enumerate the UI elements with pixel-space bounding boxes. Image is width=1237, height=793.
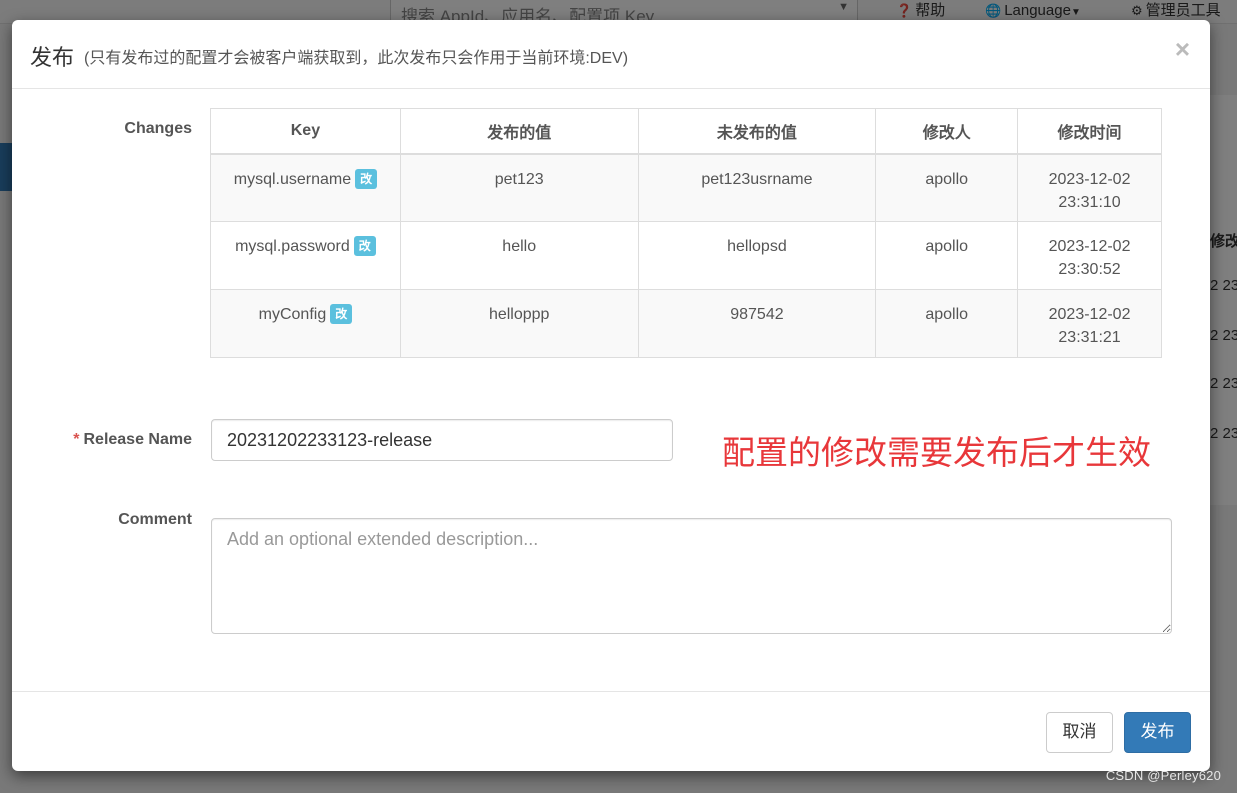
cell-released: hello [399,221,639,290]
cell-released: helloppp [399,289,639,358]
table-row: mysql.password 改 hello hellopsd apollo 20… [210,221,1162,290]
modal-subtitle: (只有发布过的配置才会被客户端获取到，此次发布只会作用于当前环境:DEV) [84,50,629,67]
comment-label: Comment [118,511,192,528]
cell-key: mysql.password 改 [210,221,401,290]
cell-time: 2023-12-02 23:30:52 [1017,221,1162,290]
close-button[interactable]: × [1175,36,1190,62]
cell-time: 2023-12-02 23:31:21 [1017,289,1162,358]
cell-unreleased: hellopsd [637,221,877,290]
modified-badge: 改 [353,236,376,256]
table-row: myConfig 改 helloppp 987542 apollo 2023-12… [210,289,1162,358]
column-header-modifier: 修改人 [875,108,1019,155]
modal-title: 发布 (只有发布过的配置才会被客户端获取到，此次发布只会作用于当前环境:DEV) [30,40,628,72]
cell-modifier: apollo [875,221,1019,290]
modified-badge: 改 [355,168,378,189]
modal-footer: 取消 发布 [12,691,1210,771]
cancel-button[interactable]: 取消 [1046,712,1113,753]
modified-badge: 改 [330,304,353,324]
release-button[interactable]: 发布 [1124,712,1191,753]
key-text: myConfig [258,306,327,323]
cell-key: myConfig 改 [210,289,401,358]
release-modal: 发布 (只有发布过的配置才会被客户端获取到，此次发布只会作用于当前环境:DEV) … [12,20,1210,771]
required-marker: * [73,431,80,448]
column-header-key: Key [210,108,401,155]
column-header-unreleased: 未发布的值 [637,108,877,155]
release-name-label-text: Release Name [83,431,192,448]
changes-table: Key 发布的值 未发布的值 修改人 修改时间 mysql.username 改 … [210,108,1162,358]
cell-key: mysql.username 改 [210,153,401,222]
table-header-row: Key 发布的值 未发布的值 修改人 修改时间 [210,108,1162,155]
modal-header: 发布 (只有发布过的配置才会被客户端获取到，此次发布只会作用于当前环境:DEV) … [12,20,1210,89]
key-text: mysql.username [233,170,352,188]
key-text: mysql.password [235,238,350,255]
comment-textarea[interactable] [211,518,1172,634]
cell-unreleased: 987542 [637,289,877,358]
cell-modifier: apollo [875,153,1019,222]
annotation-text: 配置的修改需要发布后才生效 [722,433,1151,472]
cell-time: 2023-12-02 23:31:10 [1017,153,1162,222]
watermark: CSDN @Perley620 [1105,768,1221,783]
cell-unreleased: pet123usrname [637,153,877,222]
cell-modifier: apollo [875,289,1019,358]
release-name-label: * Release Name [12,431,192,449]
cell-released: pet123 [399,153,639,222]
table-row: mysql.username 改 pet123 pet123usrname apo… [210,153,1162,222]
column-header-released: 发布的值 [399,108,639,155]
column-header-time: 修改时间 [1017,108,1162,155]
release-name-input[interactable] [211,419,673,461]
changes-label: Changes [124,120,192,137]
modal-title-text: 发布 [30,45,75,70]
